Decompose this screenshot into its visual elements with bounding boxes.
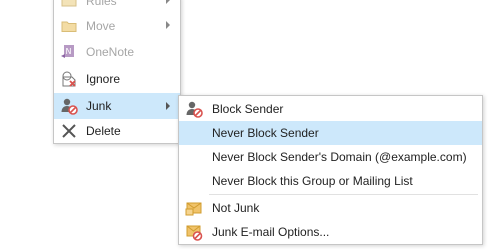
submenu-item-label: Never Block this Group or Mailing List [212,174,413,188]
menu-separator [209,194,478,195]
menu-item-label: Junk [86,99,112,113]
submenu-item-never-block-domain[interactable]: Never Block Sender's Domain (@example.co… [179,145,482,169]
menu-item-rules[interactable]: Rules [54,0,180,13]
context-menu: Rules Move N OneNote Ignore Junk Delete [53,0,181,144]
submenu-item-label: Never Block Sender [212,126,319,140]
menu-item-onenote[interactable]: N OneNote [54,40,180,64]
submenu-arrow-icon [166,102,170,110]
submenu-item-label: Block Sender [212,102,284,116]
menu-item-delete[interactable]: Delete [54,119,180,143]
junk-options-icon [186,225,203,241]
submenu-item-label: Never Block Sender's Domain (@example.co… [212,150,467,164]
junk-submenu: Block Sender Never Block Sender Never Bl… [178,95,483,245]
submenu-item-label: Not Junk [212,201,260,215]
block-sender-icon [186,101,203,118]
menu-item-label: Ignore [86,72,121,86]
junk-icon [61,98,78,115]
menu-item-ignore[interactable]: Ignore [54,67,180,91]
onenote-icon: N [61,45,74,58]
not-junk-icon [185,202,202,216]
submenu-item-label: Junk E-mail Options... [212,225,330,239]
menu-item-label: OneNote [86,45,135,59]
menu-item-junk[interactable]: Junk [54,93,180,119]
svg-text:N: N [66,47,72,56]
menu-item-move[interactable]: Move [54,14,180,38]
submenu-item-not-junk[interactable]: Not Junk [179,196,482,220]
rules-icon [61,0,77,7]
submenu-item-never-block-group[interactable]: Never Block this Group or Mailing List [179,169,482,193]
submenu-arrow-icon [166,0,170,4]
ignore-icon [62,71,76,87]
menu-item-label: Rules [86,0,117,8]
submenu-item-never-block-sender[interactable]: Never Block Sender [179,121,482,145]
submenu-arrow-icon [166,21,170,29]
menu-item-label: Delete [86,124,121,138]
submenu-item-junk-options[interactable]: Junk E-mail Options... [179,220,482,244]
delete-icon [62,124,76,138]
folder-move-icon [61,21,77,32]
submenu-item-block-sender[interactable]: Block Sender [179,97,482,121]
menu-item-label: Move [86,19,116,33]
